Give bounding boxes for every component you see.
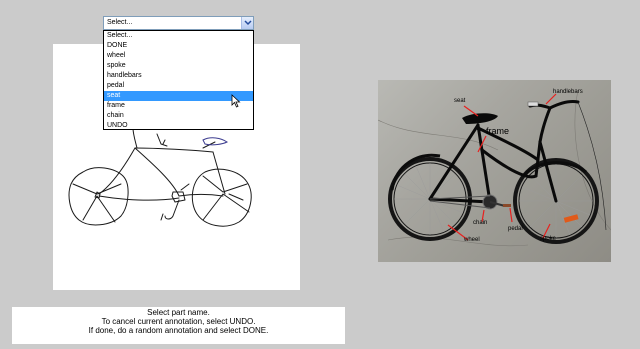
instruction-line-2: To cancel current annotation, select UND… bbox=[101, 317, 256, 326]
photo-label-wheel: wheel bbox=[464, 237, 480, 243]
dropdown-arrow-button[interactable] bbox=[241, 17, 253, 29]
option-handlebars[interactable]: handlebars bbox=[104, 71, 253, 81]
photo-label-frame: frame bbox=[486, 126, 510, 136]
bicycle-photo-drawing bbox=[378, 89, 611, 247]
photo-label-pedal: pedal bbox=[508, 226, 523, 232]
option-spoke[interactable]: spoke bbox=[104, 61, 253, 71]
option-pedal[interactable]: pedal bbox=[104, 81, 253, 91]
option-done[interactable]: DONE bbox=[104, 41, 253, 51]
option-wheel[interactable]: wheel bbox=[104, 51, 253, 61]
instructions-panel: Select part name. To cancel current anno… bbox=[12, 307, 345, 344]
photo-label-seat: seat bbox=[454, 98, 466, 104]
photo-label-handlebars: handlebars bbox=[553, 89, 583, 95]
option-select[interactable]: Select... bbox=[104, 31, 253, 41]
instruction-line-3: If done, do a random annotation and sele… bbox=[88, 326, 269, 335]
seat-annotation-outline bbox=[202, 137, 228, 146]
option-undo[interactable]: UNDO bbox=[104, 121, 253, 131]
select-value: Select... bbox=[107, 19, 133, 26]
example-bicycle-photo: seat handlebars frame chain pedal wheel … bbox=[378, 80, 611, 262]
chevron-down-icon bbox=[244, 20, 252, 26]
mouse-cursor-icon bbox=[231, 94, 241, 108]
photo-label-chain: chain bbox=[473, 220, 488, 226]
part-name-select[interactable]: Select... bbox=[103, 16, 254, 30]
photo-label-spoke: spoke bbox=[540, 236, 557, 242]
part-name-dropdown-list: Select... DONE wheel spoke handlebars pe… bbox=[103, 30, 254, 130]
instruction-line-1: Select part name. bbox=[147, 308, 210, 317]
option-chain[interactable]: chain bbox=[104, 111, 253, 121]
